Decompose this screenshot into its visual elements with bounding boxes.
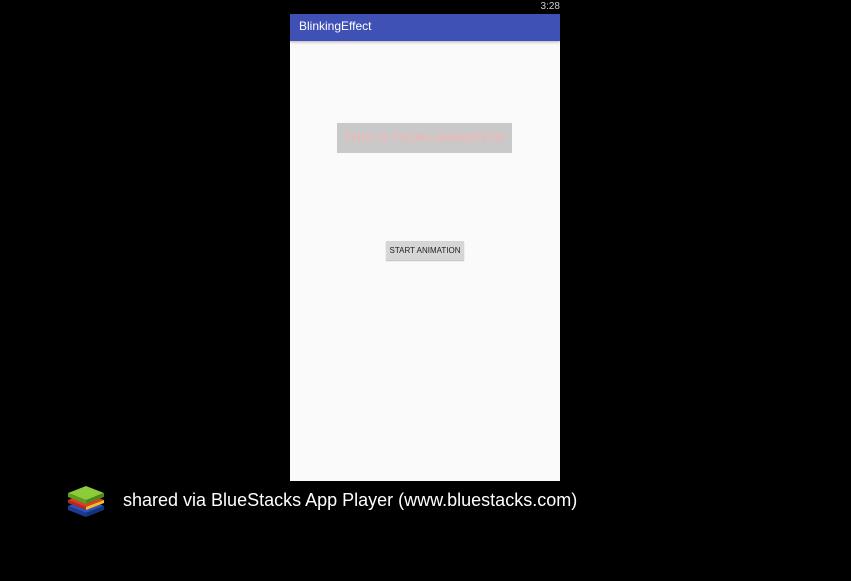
app-bar: BlinkingEffect	[290, 14, 560, 41]
status-bar-time: 3:28	[540, 1, 560, 12]
app-title: BlinkingEffect	[299, 19, 372, 33]
share-caption: shared via BlueStacks App Player (www.bl…	[123, 490, 578, 510]
bluestacks-logo-icon	[68, 486, 104, 517]
fade-animation-text: THIS IS FADIN ANIMATION	[337, 123, 512, 153]
emulator-screen: 3:28 BlinkingEffect THIS IS FADIN ANIMAT…	[0, 0, 851, 581]
start-animation-button[interactable]: START ANIMATION	[386, 241, 464, 260]
app-window: BlinkingEffect THIS IS FADIN ANIMATION S…	[290, 14, 560, 481]
